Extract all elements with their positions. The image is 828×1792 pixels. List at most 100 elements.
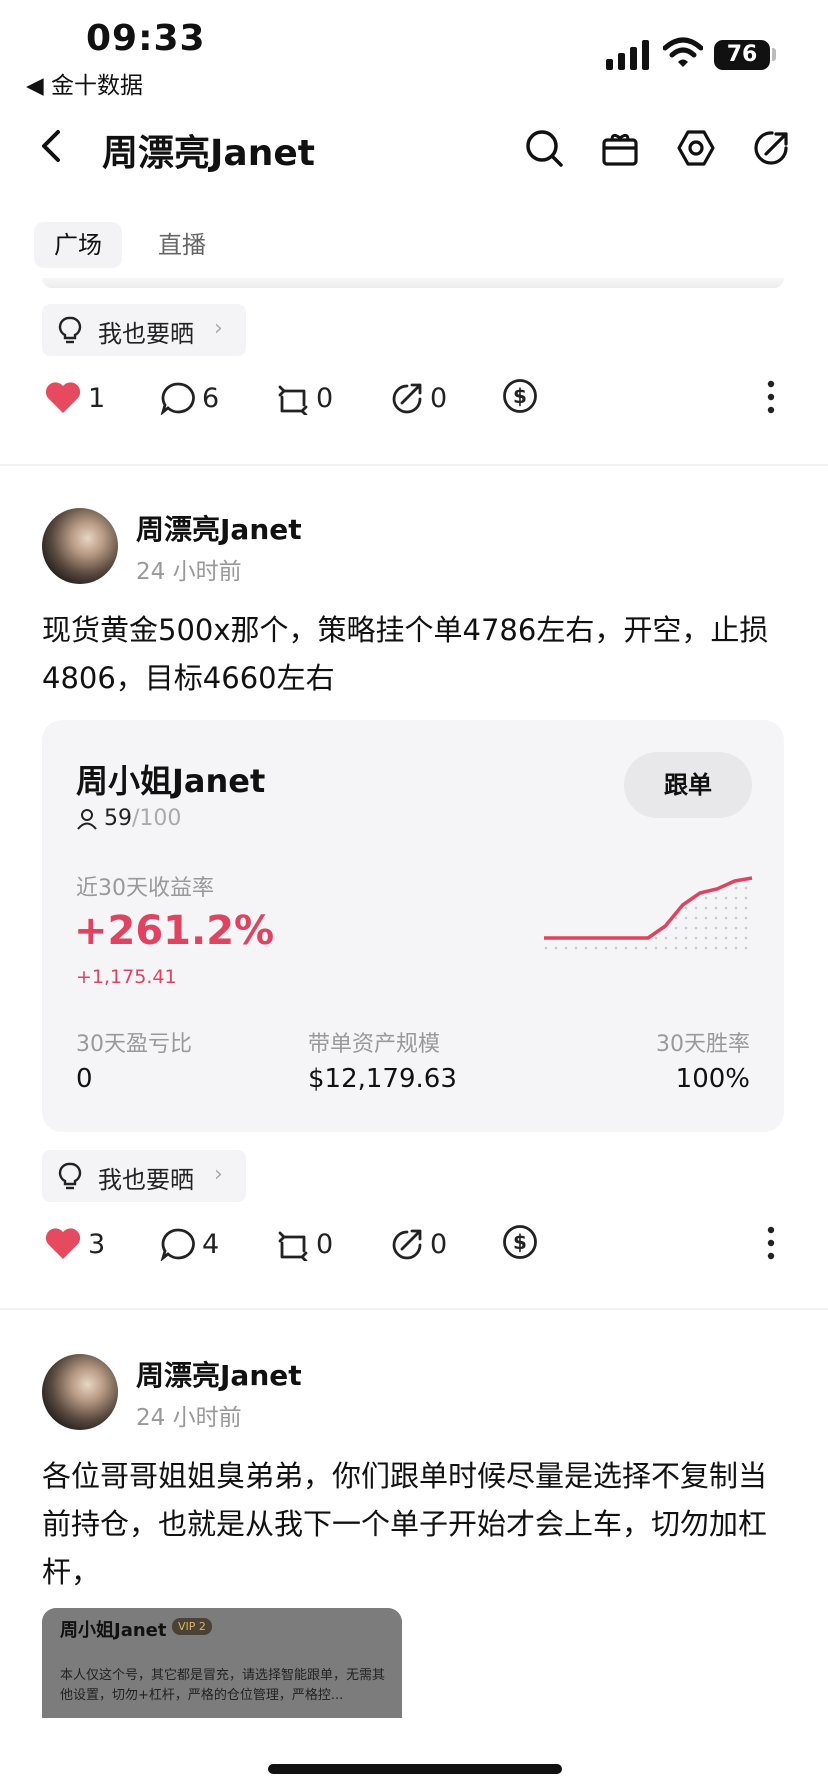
avatar[interactable]: [42, 508, 118, 584]
svg-text:$: $: [513, 384, 527, 408]
forward-count: 0: [430, 382, 448, 414]
repost-button[interactable]: 0: [276, 376, 333, 420]
sparkline-dot: [714, 916, 718, 920]
repost-icon: [278, 1231, 308, 1261]
copy-trade-card[interactable]: 周小姐Janet 跟单 59/100 近30天收益率 +261.2% +1,17…: [42, 720, 784, 1132]
pnl-value: +1,175.41: [76, 966, 177, 988]
sparkline-dot: [594, 946, 598, 950]
repost-count: 0: [316, 1228, 334, 1260]
post-author[interactable]: 周漂亮Janet: [136, 1354, 302, 1394]
tab-square[interactable]: 广场: [34, 222, 122, 268]
sparkline-dot: [554, 946, 558, 950]
avatar[interactable]: [42, 1354, 118, 1430]
comment-button[interactable]: 6: [160, 376, 219, 420]
settings-hex-icon[interactable]: [676, 128, 716, 168]
sparkline-dot: [734, 896, 738, 900]
post-author[interactable]: 周漂亮Janet: [136, 508, 302, 548]
search-icon[interactable]: [524, 128, 564, 168]
sparkline-dot: [614, 946, 618, 950]
sparkline-dot: [694, 906, 698, 910]
sparkline-dot: [674, 916, 678, 920]
more-options-icon[interactable]: [766, 1226, 776, 1260]
share-icon[interactable]: [752, 128, 792, 168]
previous-card-edge: [42, 278, 784, 288]
sparkline-dot: [674, 926, 678, 930]
sparkline-dot: [624, 946, 628, 950]
followers-max: /100: [132, 806, 182, 831]
sparkline-dot: [714, 936, 718, 940]
like-button[interactable]: 1: [44, 376, 105, 420]
follow-trade-button[interactable]: 跟单: [624, 752, 752, 818]
sparkline-dot: [734, 916, 738, 920]
preview-text: 本人仅这个号，其它都是冒充，请选择智能跟单，无需其他设置，切勿+杠杆，严格的仓位…: [60, 1668, 386, 1703]
forward-button[interactable]: 0: [390, 376, 447, 420]
sparkline-dot: [694, 946, 698, 950]
forward-icon: [392, 383, 422, 414]
sparkline-dot: [714, 946, 718, 950]
comment-button[interactable]: 4: [160, 1222, 219, 1266]
heart-icon: [45, 1228, 81, 1259]
sparkline-dot: [744, 886, 748, 890]
roi-label: 近30天收益率: [76, 876, 214, 901]
sparkline-dot: [694, 926, 698, 930]
sparkline-dot: [584, 946, 588, 950]
image-preview[interactable]: 周小姐Janet VIP 2 本人仅这个号，其它都是冒充，请选择智能跟单，无需其…: [42, 1608, 402, 1718]
sparkline-dot: [704, 916, 708, 920]
repost-button[interactable]: 0: [276, 1222, 333, 1266]
sparkline-dot: [694, 936, 698, 940]
signal-icon: [606, 40, 649, 70]
back-arrow-icon[interactable]: [36, 126, 66, 166]
heart-icon: [45, 382, 81, 413]
back-to-app-link[interactable]: ◀ 金十数据: [26, 66, 143, 100]
forward-button[interactable]: 0: [390, 1222, 447, 1266]
like-count: 1: [88, 382, 106, 414]
home-indicator[interactable]: [268, 1764, 562, 1774]
forward-count: 0: [430, 1228, 448, 1260]
sparkline-dot: [654, 946, 658, 950]
gift-icon[interactable]: [600, 128, 640, 168]
sparkline-dot: [734, 946, 738, 950]
like-count: 3: [88, 1228, 106, 1260]
post-time: 24 小时前: [136, 559, 242, 585]
bulb-icon: [58, 316, 82, 344]
sparkline-dot: [724, 936, 728, 940]
post-text: 现货黄金500x那个，策略挂个单4786左右，开空，止损4806，目标4660左…: [42, 613, 769, 695]
sparkline-dot: [744, 916, 748, 920]
stat-winrate-label: 30天胜率: [656, 1032, 750, 1057]
tip-dollar-icon[interactable]: $: [502, 1224, 538, 1260]
tab-live[interactable]: 直播: [138, 222, 226, 268]
sparkline-dot: [574, 946, 578, 950]
comment-count: 6: [202, 382, 220, 414]
sparkline-dot: [674, 936, 678, 940]
like-button[interactable]: 3: [44, 1222, 105, 1266]
wifi-icon: [663, 37, 703, 67]
tip-dollar-icon[interactable]: $: [502, 378, 538, 414]
stat-aum-value: $12,179.63: [308, 1064, 457, 1094]
sparkline-dot: [734, 936, 738, 940]
stat-pl-ratio-value: 0: [76, 1064, 93, 1094]
sparkline-dot: [714, 896, 718, 900]
sparkline-dot: [684, 906, 688, 910]
sparkline-dot: [684, 946, 688, 950]
battery-nub: [772, 48, 776, 61]
sparkline-dot: [664, 936, 668, 940]
share-too-button[interactable]: 我也要晒 ›: [42, 304, 246, 356]
sparkline-dot: [654, 936, 658, 940]
repost-count: 0: [316, 382, 334, 414]
status-time: 09:33: [86, 18, 206, 59]
sparkline-dot: [704, 906, 708, 910]
sparkline-dot: [724, 926, 728, 930]
sparkline-dot: [634, 946, 638, 950]
comment-icon: [160, 1228, 195, 1261]
sparkline-dot: [704, 946, 708, 950]
more-options-icon[interactable]: [766, 380, 776, 414]
post-text: 各位哥哥姐姐臭弟弟，你们跟单时候尽量是选择不复制当前持仓，也就是从我下一个单子开…: [42, 1459, 768, 1589]
sparkline-dot: [684, 936, 688, 940]
sparkline-dot: [684, 916, 688, 920]
roi-value: +261.2%: [74, 908, 275, 954]
chevron-right-icon: ›: [214, 316, 223, 341]
sparkline-dot: [724, 896, 728, 900]
sparkline-dot: [544, 946, 548, 950]
share-too-button[interactable]: 我也要晒 ›: [42, 1150, 246, 1202]
followers-current: 59: [104, 806, 132, 831]
